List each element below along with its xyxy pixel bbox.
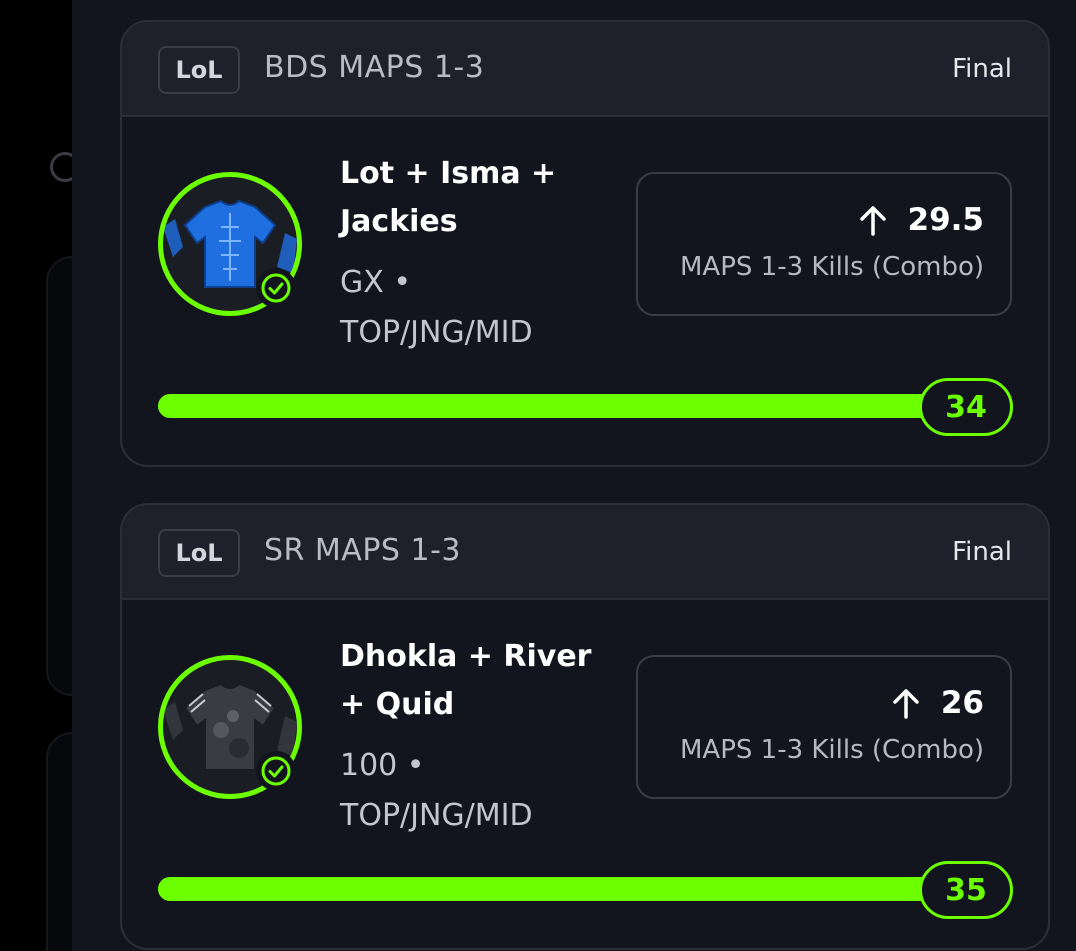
left-side-panel	[0, 0, 106, 951]
check-icon	[256, 268, 296, 308]
status-label: Final	[952, 54, 1012, 84]
check-icon	[256, 751, 296, 791]
progress-fill	[158, 394, 958, 418]
game-badge: LoL	[158, 46, 240, 94]
team-label: GX •	[340, 265, 412, 300]
pick-card[interactable]: LoL BDS MAPS 1-3 Final Lot + Isma + Jack…	[120, 20, 1050, 467]
stat-label: MAPS 1-3 Kills (Combo)	[679, 735, 984, 765]
projection-line: 29.5	[858, 202, 985, 238]
positions-label: TOP/JNG/MID	[340, 315, 533, 350]
line-value: 26	[940, 685, 984, 721]
arrow-up-icon	[859, 206, 886, 236]
stat-label: MAPS 1-3 Kills (Combo)	[679, 252, 984, 282]
projection-box: 26 MAPS 1-3 Kills (Combo)	[636, 655, 1012, 799]
player-meta: GX • TOP/JNG/MID	[340, 258, 620, 358]
player-names: Lot + Isma + Jackies	[340, 156, 557, 239]
game-badge: LoL	[158, 529, 240, 577]
projection-line: 26	[891, 685, 984, 721]
projection-box: 29.5 MAPS 1-3 Kills (Combo)	[636, 172, 1012, 316]
card-header: LoL SR MAPS 1-3 Final	[122, 505, 1048, 600]
result-value: 35	[919, 861, 1013, 919]
card-header: LoL BDS MAPS 1-3 Final	[122, 22, 1048, 117]
status-label: Final	[952, 537, 1012, 567]
player-names: Dhokla + River + Quid	[340, 639, 592, 722]
progress-track	[158, 877, 958, 901]
league-title: SR MAPS 1-3	[264, 533, 461, 568]
positions-label: TOP/JNG/MID	[340, 798, 533, 833]
progress-track	[158, 394, 958, 418]
result-value: 34	[919, 378, 1013, 436]
team-label: 100 •	[340, 748, 425, 783]
league-title: BDS MAPS 1-3	[264, 50, 485, 85]
player-meta: 100 • TOP/JNG/MID	[340, 741, 620, 841]
pick-list: LoL BDS MAPS 1-3 Final Lot + Isma + Jack…	[72, 0, 1076, 951]
pick-card[interactable]: LoL SR MAPS 1-3 Final Dhokla + River + Q…	[120, 503, 1050, 950]
arrow-up-icon	[893, 689, 919, 719]
line-value: 29.5	[907, 202, 985, 238]
progress-fill	[158, 877, 958, 901]
